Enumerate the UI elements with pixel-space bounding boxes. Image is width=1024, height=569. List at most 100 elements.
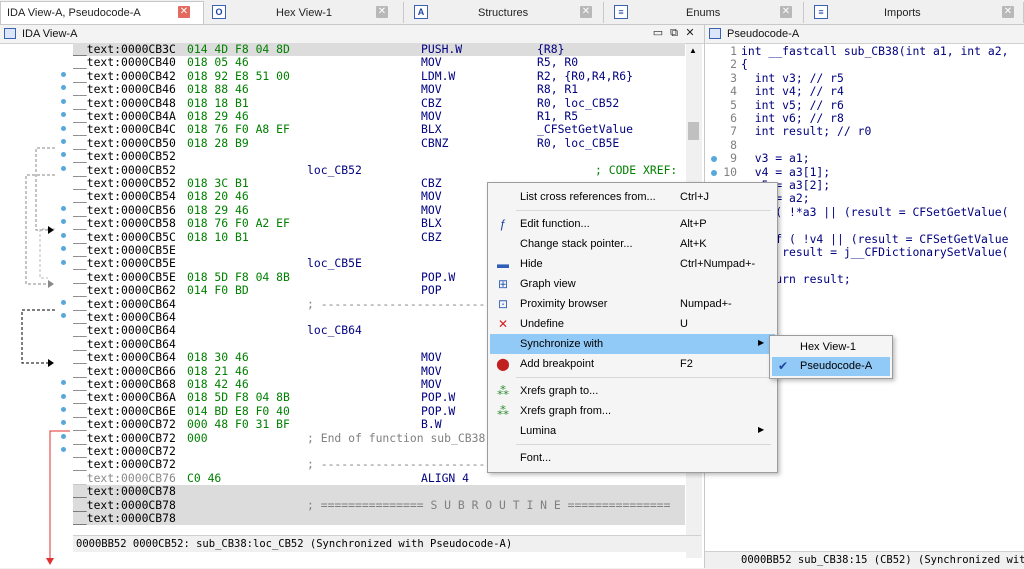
pseudocode-line[interactable]: 10 v4 = a3[1]; (705, 164, 1024, 179)
close-icon[interactable]: ✕ (178, 6, 190, 18)
mnemonic: MOV (421, 202, 442, 217)
menu-item-label: Font... (520, 452, 552, 464)
disasm-row[interactable]: __text:0000CB46 018 88 46 MOV R8, R1 (73, 82, 685, 97)
operand[interactable]: {R8} (537, 43, 564, 56)
submenu-item-pseudocode-a[interactable]: ✔ Pseudocode-A (772, 357, 890, 376)
disasm-row[interactable]: __text:0000CB76 C0 46 ALIGN 4 (73, 470, 685, 485)
tab-enums[interactable]: ≡ Enums ✕ (604, 2, 804, 23)
operand[interactable]: R8, R1 (537, 82, 578, 96)
operand[interactable]: R2, {R0,R4,R6} (537, 69, 633, 83)
pseudocode-line[interactable]: 1 int __fastcall sub_CB38(int a1, int a2, (705, 45, 1024, 58)
minimize-icon[interactable]: ▭ (652, 27, 664, 39)
address: __text:0000CB5E (73, 269, 176, 284)
code-text: result = j__CFDictionarySetValue( (741, 245, 1009, 259)
opcode-bytes: 018 76 F0 A8 EF (187, 122, 290, 137)
opcode-bytes: 018 88 46 (187, 82, 249, 97)
submenu-item-label: Pseudocode-A (800, 360, 873, 372)
operand[interactable]: R1, R5 (537, 109, 578, 123)
line-number: 5 (730, 97, 737, 112)
disasm-row[interactable]: __text:0000CB78 (73, 484, 685, 499)
menu-item-undefine[interactable]: ✕ Undefine U (490, 314, 775, 334)
tab-hex-view-1[interactable]: O Hex View-1 ✕ (204, 2, 404, 23)
tab-ida-view-a-pseudocode-a[interactable]: IDA View-A, Pseudocode-A ✕ (0, 1, 204, 24)
disasm-row[interactable]: __text:0000CB52 loc_CB52 ; CODE XREF: (73, 163, 685, 177)
disasm-row[interactable]: __text:0000CB52 (73, 149, 685, 163)
disasm-row[interactable]: __text:0000CB42 018 92 E8 51 00 LDM.W R2, {… (73, 69, 685, 83)
opcode-bytes: 014 BD E8 F0 40 (187, 403, 290, 418)
pseudocode-line[interactable]: 5 int v5; // r6 (705, 97, 1024, 112)
address: __text:0000CB5E (73, 243, 176, 257)
menu-item-list-cross-references-from[interactable]: List cross references from... Ctrl+J (490, 187, 775, 207)
pseudocode-line[interactable]: 3 int v3; // r5 (705, 70, 1024, 85)
comment: ; =============== S U B R O U T I N E ==… (307, 497, 671, 512)
mnemonic: MOV (421, 377, 442, 391)
pseudocode-line[interactable]: 6 int v6; // r8 (705, 111, 1024, 125)
menu-item-shortcut: F2 (680, 358, 693, 370)
mnemonic: MOV (421, 189, 442, 204)
menu-item-edit-function[interactable]: ƒ Edit function... Alt+P (490, 214, 775, 234)
tab-structures[interactable]: A Structures ✕ (404, 2, 604, 23)
menu-item-proximity-browser[interactable]: ⊡ Proximity browser Numpad+- (490, 294, 775, 314)
pseudocode-line[interactable]: 9 v3 = a1; (705, 151, 1024, 165)
scroll-up-icon[interactable]: ▲ (689, 46, 697, 55)
tab-imports[interactable]: ≡ Imports ✕ (804, 2, 1024, 23)
operand[interactable]: R0, loc_CB52 (537, 96, 619, 110)
disasm-row[interactable]: __text:0000CB4C 018 76 F0 A8 EF BLX _CFSetG… (73, 122, 685, 137)
opcode-bytes: 018 42 46 (187, 377, 249, 391)
menu-item-font[interactable]: Font... (490, 448, 775, 468)
menu-item-shortcut: Ctrl+Numpad+- (680, 258, 756, 270)
mnemonic: POP (421, 283, 442, 298)
menu-item-xrefs-graph-from[interactable]: ⁂ Xrefs graph from... (490, 401, 775, 421)
close-icon[interactable]: ✕ (684, 27, 696, 39)
line-number: 3 (730, 70, 737, 85)
arrow-head (48, 359, 54, 367)
pseudocode-line[interactable]: 2{ (705, 57, 1024, 71)
menu-item-graph-view[interactable]: ⊞ Graph view (490, 274, 775, 294)
line-number: 6 (730, 111, 737, 125)
undefine-icon: ✕ (497, 317, 509, 331)
operand[interactable]: R0, loc_CB5E (537, 136, 619, 150)
submenu-item-hex-view-1[interactable]: Hex View-1 (772, 338, 890, 357)
opcode-bytes: 000 48 F0 31 BF (187, 417, 290, 432)
operand[interactable]: _CFSetGetValue (537, 122, 633, 136)
disasm-row[interactable]: __text:0000CB48 018 18 B1 CBZ R0, loc_CB52 (73, 95, 685, 110)
menu-item-label: Edit function... (520, 218, 590, 230)
pseudocode-line[interactable]: 4 int v4; // r4 (705, 84, 1024, 98)
close-icon[interactable]: ✕ (376, 6, 388, 18)
close-icon[interactable]: ✕ (780, 6, 792, 18)
address: __text:0000CB68 (73, 377, 176, 391)
pseudocode-line[interactable]: 7 int result; // r0 (705, 124, 1024, 138)
address: __text:0000CB78 (73, 497, 176, 512)
menu-item-synchronize-with[interactable]: Synchronize with ▶ (490, 334, 775, 354)
code-label[interactable]: loc_CB64 (307, 323, 362, 337)
code-label[interactable]: loc_CB5E (307, 256, 362, 270)
disasm-row[interactable]: __text:0000CB40 018 05 46 MOV R5, R0 (73, 55, 685, 69)
disasm-row[interactable]: __text:0000CB78 ; =============== S U B R… (73, 497, 685, 512)
menu-separator (516, 210, 771, 211)
menu-item-xrefs-graph-to[interactable]: ⁂ Xrefs graph to... (490, 381, 775, 401)
disasm-row[interactable]: __text:0000CB4A 018 29 46 MOV R1, R5 (73, 109, 685, 123)
menu-item-lumina[interactable]: Lumina ▶ (490, 421, 775, 441)
close-icon[interactable]: ✕ (580, 6, 592, 18)
menu-item-change-stack-pointer[interactable]: Change stack pointer... Alt+K (490, 234, 775, 254)
operand[interactable]: R5, R0 (537, 55, 578, 69)
opcode-bytes: C0 46 (187, 470, 222, 485)
menu-item-add-breakpoint[interactable]: ⬤ Add breakpoint F2 (490, 354, 775, 374)
address: __text:0000CB62 (73, 283, 176, 298)
restore-icon[interactable]: ⧉ (668, 27, 680, 39)
menu-item-label: Add breakpoint (520, 358, 594, 370)
close-icon[interactable]: ✕ (1002, 6, 1014, 18)
mnemonic: MOV (421, 363, 442, 378)
opcode-bytes: 014 4D F8 04 8D (187, 43, 290, 56)
tab-label: Structures (478, 7, 529, 19)
pseudocode-line[interactable]: 8 (705, 138, 1024, 152)
disasm-row[interactable]: __text:0000CB78 (73, 511, 685, 526)
disasm-row[interactable]: __text:0000CB3C 014 4D F8 04 8D PUSH.W {R8} (73, 43, 685, 57)
scroll-thumb[interactable] (688, 122, 699, 140)
code-text: v4 = a3[1]; (741, 164, 831, 179)
address: __text:0000CB48 (73, 95, 176, 110)
code-label[interactable]: loc_CB52 (307, 163, 362, 177)
menu-item-hide[interactable]: ▬ Hide Ctrl+Numpad+- (490, 254, 775, 274)
mnemonic: MOV (421, 350, 442, 365)
disasm-row[interactable]: __text:0000CB50 018 28 B9 CBNZ R0, loc_CB5E (73, 136, 685, 150)
